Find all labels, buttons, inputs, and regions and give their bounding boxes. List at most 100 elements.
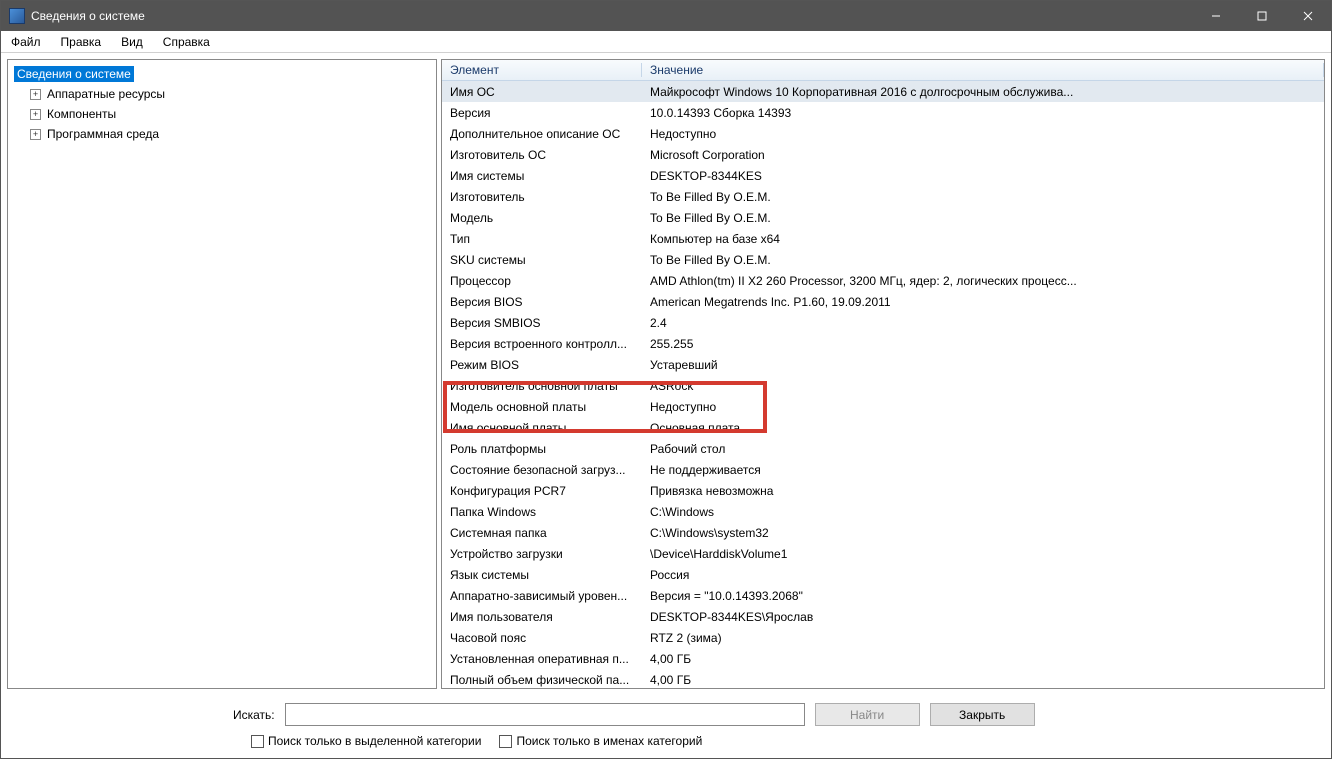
menu-view[interactable]: Вид bbox=[117, 33, 147, 51]
cell-name: Версия SMBIOS bbox=[442, 316, 642, 330]
list-row[interactable]: Аппаратно-зависимый уровен...Версия = "1… bbox=[442, 585, 1324, 606]
check-category-names[interactable]: Поиск только в именах категорий bbox=[499, 734, 702, 748]
cell-value: 255.255 bbox=[642, 337, 1324, 351]
tree-item-label: Компоненты bbox=[47, 107, 116, 121]
cell-name: Установленная оперативная п... bbox=[442, 652, 642, 666]
list-row[interactable]: Устройство загрузки\Device\HarddiskVolum… bbox=[442, 543, 1324, 564]
menu-file[interactable]: Файл bbox=[7, 33, 45, 51]
expand-icon[interactable]: + bbox=[30, 129, 41, 140]
list-row[interactable]: МодельTo Be Filled By O.E.M. bbox=[442, 207, 1324, 228]
list-row[interactable]: Версия BIOSAmerican Megatrends Inc. P1.6… bbox=[442, 291, 1324, 312]
cell-name: Версия BIOS bbox=[442, 295, 642, 309]
cell-value: To Be Filled By O.E.M. bbox=[642, 253, 1324, 267]
maximize-button[interactable] bbox=[1239, 1, 1285, 31]
menu-edit[interactable]: Правка bbox=[57, 33, 106, 51]
cell-name: SKU системы bbox=[442, 253, 642, 267]
cell-value: C:\Windows bbox=[642, 505, 1324, 519]
list-row[interactable]: Модель основной платыНедоступно bbox=[442, 396, 1324, 417]
cell-value: ASRock bbox=[642, 379, 1324, 393]
search-label: Искать: bbox=[233, 708, 275, 722]
category-tree-pane: Сведения о системе + Аппаратные ресурсы + К… bbox=[7, 59, 437, 689]
details-pane: Элемент Значение Имя ОСМайкрософт Window… bbox=[441, 59, 1325, 689]
cell-name: Процессор bbox=[442, 274, 642, 288]
cell-name: Имя ОС bbox=[442, 85, 642, 99]
find-button[interactable]: Найти bbox=[815, 703, 920, 726]
cell-name: Версия встроенного контролл... bbox=[442, 337, 642, 351]
cell-value: Недоступно bbox=[642, 127, 1324, 141]
cell-value: 10.0.14393 Сборка 14393 bbox=[642, 106, 1324, 120]
list-row[interactable]: Изготовитель ОСMicrosoft Corporation bbox=[442, 144, 1324, 165]
list-row[interactable]: Установленная оперативная п...4,00 ГБ bbox=[442, 648, 1324, 669]
list-row[interactable]: Полный объем физической па...4,00 ГБ bbox=[442, 669, 1324, 688]
list-row[interactable]: Имя пользователяDESKTOP-8344KES\Ярослав bbox=[442, 606, 1324, 627]
bottom-bar: Искать: Найти Закрыть Поиск только в выд… bbox=[1, 695, 1331, 758]
expand-icon[interactable]: + bbox=[30, 109, 41, 120]
tree-item[interactable]: + Аппаратные ресурсы bbox=[12, 84, 432, 104]
cell-value: DESKTOP-8344KES\Ярослав bbox=[642, 610, 1324, 624]
cell-name: Часовой пояс bbox=[442, 631, 642, 645]
tree-item[interactable]: + Компоненты bbox=[12, 104, 432, 124]
titlebar[interactable]: Сведения о системе bbox=[1, 1, 1331, 31]
cell-value: To Be Filled By O.E.M. bbox=[642, 211, 1324, 225]
list-row[interactable]: Язык системыРоссия bbox=[442, 564, 1324, 585]
list-row[interactable]: Конфигурация PCR7Привязка невозможна bbox=[442, 480, 1324, 501]
search-input[interactable] bbox=[285, 703, 805, 726]
list-row[interactable]: Часовой поясRTZ 2 (зима) bbox=[442, 627, 1324, 648]
list-row[interactable]: Дополнительное описание ОСНедоступно bbox=[442, 123, 1324, 144]
cell-value: 4,00 ГБ bbox=[642, 673, 1324, 687]
minimize-button[interactable] bbox=[1193, 1, 1239, 31]
column-header-name[interactable]: Элемент bbox=[442, 63, 642, 77]
list-row[interactable]: Режим BIOSУстаревший bbox=[442, 354, 1324, 375]
list-row[interactable]: Версия10.0.14393 Сборка 14393 bbox=[442, 102, 1324, 123]
cell-name: Изготовитель ОС bbox=[442, 148, 642, 162]
close-bottom-button[interactable]: Закрыть bbox=[930, 703, 1035, 726]
column-header-value[interactable]: Значение bbox=[642, 63, 1324, 77]
menu-help[interactable]: Справка bbox=[159, 33, 214, 51]
list-row[interactable]: ПроцессорAMD Athlon(tm) II X2 260 Proces… bbox=[442, 270, 1324, 291]
cell-value: DESKTOP-8344KES bbox=[642, 169, 1324, 183]
tree-item[interactable]: +Программная среда bbox=[12, 124, 432, 144]
cell-value: 2.4 bbox=[642, 316, 1324, 330]
content-area: Сведения о системе + Аппаратные ресурсы + К… bbox=[1, 53, 1331, 695]
expand-icon[interactable]: + bbox=[30, 89, 41, 100]
list-row[interactable]: Изготовитель основной платыASRock bbox=[442, 375, 1324, 396]
list-row[interactable]: Системная папкаC:\Windows\system32 bbox=[442, 522, 1324, 543]
check-selected-category[interactable]: Поиск только в выделенной категории bbox=[251, 734, 481, 748]
cell-name: Имя системы bbox=[442, 169, 642, 183]
list-row[interactable]: SKU системыTo Be Filled By O.E.M. bbox=[442, 249, 1324, 270]
check-selected-category-label: Поиск только в выделенной категории bbox=[268, 734, 481, 748]
cell-name: Изготовитель основной платы bbox=[442, 379, 642, 393]
cell-value: Недоступно bbox=[642, 400, 1324, 414]
cell-value: Microsoft Corporation bbox=[642, 148, 1324, 162]
cell-name: Язык системы bbox=[442, 568, 642, 582]
list-row[interactable]: Имя системыDESKTOP-8344KES bbox=[442, 165, 1324, 186]
app-icon bbox=[9, 8, 25, 24]
close-button[interactable] bbox=[1285, 1, 1331, 31]
list-row[interactable]: Имя ОСМайкрософт Windows 10 Корпоративна… bbox=[442, 81, 1324, 102]
cell-name: Устройство загрузки bbox=[442, 547, 642, 561]
list-row[interactable]: Версия SMBIOS2.4 bbox=[442, 312, 1324, 333]
cell-name: Модель bbox=[442, 211, 642, 225]
cell-name: Папка Windows bbox=[442, 505, 642, 519]
cell-name: Дополнительное описание ОС bbox=[442, 127, 642, 141]
details-list[interactable]: Элемент Значение Имя ОСМайкрософт Window… bbox=[442, 60, 1324, 688]
list-row[interactable]: Роль платформыРабочий стол bbox=[442, 438, 1324, 459]
list-row[interactable]: Версия встроенного контролл...255.255 bbox=[442, 333, 1324, 354]
list-row[interactable]: ТипКомпьютер на базе x64 bbox=[442, 228, 1324, 249]
list-row[interactable]: ИзготовительTo Be Filled By O.E.M. bbox=[442, 186, 1324, 207]
checkbox-icon bbox=[499, 735, 512, 748]
cell-value: American Megatrends Inc. P1.60, 19.09.20… bbox=[642, 295, 1324, 309]
tree-root-item[interactable]: Сведения о системе bbox=[12, 64, 432, 84]
menubar: Файл Правка Вид Справка bbox=[1, 31, 1331, 53]
msinfo32-window: Сведения о системе Файл Правка Вид Справ… bbox=[0, 0, 1332, 759]
list-row[interactable]: Папка WindowsC:\Windows bbox=[442, 501, 1324, 522]
window-title: Сведения о системе bbox=[31, 9, 1193, 23]
cell-name: Системная папка bbox=[442, 526, 642, 540]
check-category-names-label: Поиск только в именах категорий bbox=[516, 734, 702, 748]
cell-name: Конфигурация PCR7 bbox=[442, 484, 642, 498]
list-row[interactable]: Состояние безопасной загруз...Не поддерж… bbox=[442, 459, 1324, 480]
cell-name: Состояние безопасной загруз... bbox=[442, 463, 642, 477]
tree-item-label: Аппаратные ресурсы bbox=[47, 87, 165, 101]
list-row[interactable]: Имя основной платыОсновная плата bbox=[442, 417, 1324, 438]
list-header[interactable]: Элемент Значение bbox=[442, 60, 1324, 81]
